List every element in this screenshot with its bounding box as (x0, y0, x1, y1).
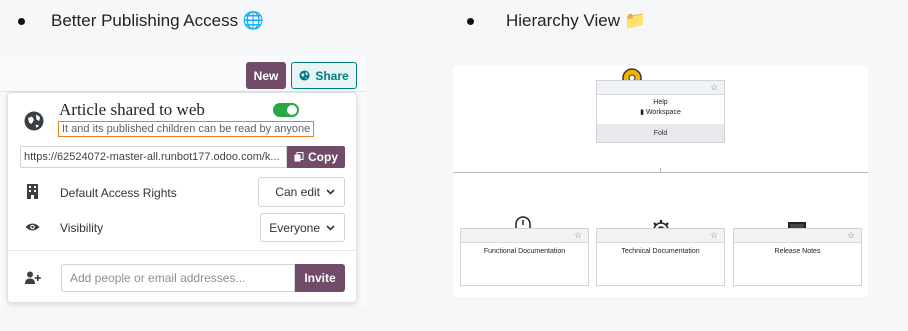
card-strip (461, 229, 588, 243)
share-button[interactable]: Share (291, 62, 357, 89)
add-user-icon (25, 271, 41, 284)
copy-button[interactable]: Copy (287, 146, 345, 168)
connector-tick (660, 168, 661, 172)
card-strip (597, 229, 724, 243)
root-node-card[interactable]: ☆ Help ▮ Workspace Fold (596, 80, 725, 143)
default-access-select[interactable]: Can edit (258, 177, 345, 207)
star-icon[interactable]: ☆ (710, 82, 718, 93)
book-icon: ▮ (640, 109, 644, 116)
star-icon[interactable]: ☆ (710, 230, 718, 241)
visibility-select[interactable]: Everyone (260, 213, 345, 242)
card-strip (597, 81, 724, 95)
globe-icon: 🌐 (242, 11, 265, 30)
child-node-card[interactable]: ☆ Technical Documentation (596, 228, 725, 286)
invite-input[interactable]: Add people or email addresses... (61, 264, 295, 292)
publish-toggle[interactable] (273, 103, 299, 117)
panel-title: Article shared to web (59, 100, 205, 119)
root-node-subtitle: ▮ Workspace (640, 109, 681, 116)
child-node-card[interactable]: ☆ Functional Documentation (460, 228, 589, 286)
panel-subtitle: It and its published children can be rea… (58, 121, 315, 137)
globe-icon (24, 111, 44, 131)
folder-icon: 📁 (624, 11, 646, 30)
panel-divider (8, 250, 358, 251)
child-node-title: Functional Documentation (483, 248, 566, 255)
card-strip (734, 229, 861, 243)
visibility-label: Visibility (60, 221, 104, 235)
fold-button[interactable]: Fold (597, 124, 724, 142)
toggle-knob (287, 105, 297, 115)
bullet-right (467, 18, 474, 25)
building-icon (27, 184, 38, 199)
heading-hierarchy-view: Hierarchy View 📁 (506, 11, 646, 30)
default-access-label: Default Access Rights (60, 186, 177, 200)
hierarchy-screenshot: ☆ Help ▮ Workspace Fold ☆ Functional Doc… (453, 66, 868, 297)
share-screenshot: New Share Article shared to web It and i… (0, 55, 366, 307)
globe-icon (299, 70, 310, 81)
star-icon[interactable]: ☆ (574, 230, 582, 241)
eye-icon (25, 223, 40, 231)
share-panel: Article shared to web It and its publish… (7, 92, 358, 303)
child-node-card[interactable]: ☆ Release Notes (733, 228, 862, 286)
chevron-down-icon (326, 224, 335, 231)
connector-line (453, 172, 868, 173)
copy-icon (294, 152, 304, 162)
invite-button[interactable]: Invite (295, 264, 345, 292)
new-button[interactable]: New (246, 62, 286, 89)
heading-better-publishing-access: Better Publishing Access 🌐 (51, 11, 265, 30)
child-node-title: Technical Documentation (621, 248, 700, 255)
chevron-down-icon (326, 189, 335, 195)
root-node-title: Help (653, 99, 668, 106)
star-icon[interactable]: ☆ (847, 230, 855, 241)
bullet-left (18, 18, 25, 25)
share-url-field[interactable]: https://62524072-master-all.runbot177.od… (20, 146, 287, 168)
child-node-title: Release Notes (774, 248, 821, 255)
